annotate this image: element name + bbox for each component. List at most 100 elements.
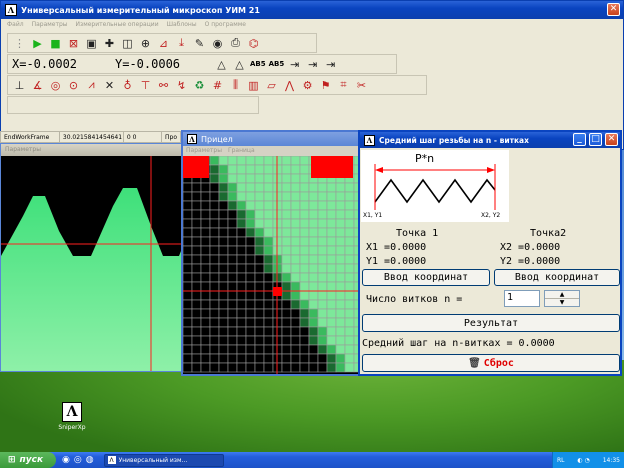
tray-icons[interactable]: ◐ ◔ bbox=[577, 457, 589, 464]
grid-cell bbox=[218, 344, 229, 355]
hash-tool-icon[interactable]: # bbox=[210, 78, 225, 93]
turns-input[interactable]: 1 bbox=[504, 290, 540, 307]
grid-cell bbox=[335, 317, 346, 328]
menu-file[interactable]: Файл bbox=[7, 21, 24, 28]
t-tool-icon[interactable]: ⊤ bbox=[138, 78, 153, 93]
chart-icon[interactable]: ⊿ bbox=[156, 36, 171, 51]
marker-left bbox=[183, 156, 209, 178]
menu-measure-ops[interactable]: Измерительные операции bbox=[76, 21, 159, 28]
grid-cell bbox=[218, 209, 229, 220]
start-label: пуск bbox=[19, 455, 44, 465]
lang-indicator[interactable]: RL bbox=[557, 457, 565, 464]
scissors-tool-icon[interactable]: ✂ bbox=[354, 78, 369, 93]
grid-cell bbox=[281, 236, 292, 247]
windows-logo-icon: ⊞ bbox=[8, 455, 16, 465]
grid-cell bbox=[263, 281, 274, 292]
camera-panel-menu[interactable]: Параметры bbox=[1, 144, 181, 156]
quicklaunch-ie-icon[interactable]: ◉ bbox=[62, 455, 70, 465]
close-icon[interactable]: ✕ bbox=[607, 3, 620, 16]
download-icon[interactable]: ⤓ bbox=[174, 36, 189, 51]
sight-titlebar[interactable]: Λ Прицел bbox=[183, 132, 359, 146]
grid-cell bbox=[263, 227, 274, 238]
zigzag-tool-icon[interactable]: ⋀ bbox=[282, 78, 297, 93]
menu-templates[interactable]: Шаблоны bbox=[167, 21, 197, 28]
triangle-outline-icon[interactable]: △ bbox=[232, 57, 247, 72]
height-tool-icon[interactable]: ⊥ bbox=[12, 78, 27, 93]
main-titlebar[interactable]: Λ Универсальный измерительный микроскоп … bbox=[1, 1, 623, 19]
target-icon[interactable]: ⊕ bbox=[138, 36, 153, 51]
enter-coords-button-2[interactable]: Ввод координат bbox=[494, 269, 620, 286]
menu-parameters[interactable]: Параметры bbox=[32, 21, 68, 28]
grid-cell bbox=[326, 182, 337, 193]
triangle-icon[interactable]: △ bbox=[214, 57, 229, 72]
grid-cell bbox=[191, 263, 202, 274]
grid-cell bbox=[236, 182, 247, 193]
link-tool-icon[interactable]: ⚯ bbox=[156, 78, 171, 93]
sight-menu-border[interactable]: Граница bbox=[228, 147, 255, 155]
bolt-tool-icon[interactable]: ↯ bbox=[174, 78, 189, 93]
recycle-tool-icon[interactable]: ♻ bbox=[192, 78, 207, 93]
desktop-icon-sniperxp[interactable]: Λ SniperXp bbox=[54, 402, 90, 436]
angle-tool-icon[interactable]: ∡ bbox=[30, 78, 45, 93]
play-icon[interactable]: ▶ bbox=[30, 36, 45, 51]
grid-cell bbox=[317, 254, 328, 265]
center-tool-icon[interactable]: ⊙ bbox=[66, 78, 81, 93]
stop-icon[interactable]: ■ bbox=[48, 36, 63, 51]
grid-cell bbox=[317, 263, 328, 274]
flag-tool-icon[interactable]: ⚑ bbox=[318, 78, 333, 93]
arrow-right-icon[interactable]: ⇥ bbox=[287, 57, 302, 72]
grid-cell bbox=[263, 263, 274, 274]
grid-cell bbox=[317, 182, 328, 193]
arrow-right3-icon[interactable]: ⇥ bbox=[323, 57, 338, 72]
grid-cell bbox=[200, 236, 211, 247]
result-button[interactable]: Результат bbox=[362, 314, 620, 332]
mode-ab5-2[interactable]: AB5 bbox=[269, 60, 285, 68]
thread-tool-icon[interactable]: ⩘ bbox=[84, 78, 99, 93]
thread-titlebar[interactable]: Λ Средний шаг резьбы на n - витках _ □ ✕ bbox=[360, 132, 620, 148]
grid-cell bbox=[245, 317, 256, 328]
grid-cell bbox=[245, 200, 256, 211]
spin-down-icon[interactable]: ▼ bbox=[545, 299, 579, 306]
device-icon[interactable]: ⌬ bbox=[246, 36, 261, 51]
cross-icon[interactable]: ✚ bbox=[102, 36, 117, 51]
spin-up-icon[interactable]: ▲ bbox=[545, 291, 579, 299]
arrow-right2-icon[interactable]: ⇥ bbox=[305, 57, 320, 72]
sight-menu-params[interactable]: Параметры bbox=[186, 147, 222, 155]
grid-cell bbox=[308, 299, 319, 310]
circle-tool-icon[interactable]: ◎ bbox=[48, 78, 63, 93]
pen-icon[interactable]: ✎ bbox=[192, 36, 207, 51]
grid-cell bbox=[245, 281, 256, 292]
quicklaunch-media-icon[interactable]: ◎ bbox=[74, 455, 82, 465]
grid-cell bbox=[245, 155, 256, 166]
quicklaunch-browser-icon[interactable]: ◍ bbox=[86, 455, 94, 465]
task-button-app[interactable]: Λ Универсальный изм... bbox=[103, 453, 224, 467]
split-icon[interactable]: ◫ bbox=[120, 36, 135, 51]
grid-cell bbox=[227, 335, 238, 346]
camera-icon[interactable]: ◉ bbox=[210, 36, 225, 51]
print-icon[interactable]: ⎙ bbox=[228, 36, 243, 51]
maximize-icon[interactable]: □ bbox=[589, 133, 602, 146]
grid-cell bbox=[290, 335, 301, 346]
diagram-p2-label: X2, Y2 bbox=[481, 212, 501, 219]
record-icon[interactable]: ⊠ bbox=[66, 36, 81, 51]
intersect-tool-icon[interactable]: ✕ bbox=[102, 78, 117, 93]
grid-cell bbox=[209, 272, 220, 283]
pitch-tool-icon[interactable]: ⫼ bbox=[228, 78, 243, 93]
grid-tool-icon[interactable]: ⌗ bbox=[336, 78, 351, 93]
mode-ab5-1[interactable]: AB5 bbox=[250, 60, 266, 68]
reset-button[interactable]: 🗑 Сброс bbox=[362, 354, 620, 372]
grid-cell bbox=[308, 191, 319, 202]
grid-cell bbox=[236, 344, 247, 355]
image-icon[interactable]: ▣ bbox=[84, 36, 99, 51]
menu-about[interactable]: О программе bbox=[205, 21, 246, 28]
comb-tool-icon[interactable]: ▥ bbox=[246, 78, 261, 93]
gear-tool-icon[interactable]: ⚙ bbox=[300, 78, 315, 93]
enter-coords-button-1[interactable]: Ввод координат bbox=[362, 269, 490, 286]
start-button[interactable]: ⊞ пуск bbox=[0, 452, 56, 468]
thread-close-icon[interactable]: ✕ bbox=[605, 133, 618, 146]
thread-pitch-window: Λ Средний шаг резьбы на n - витках _ □ ✕… bbox=[358, 130, 622, 376]
turns-spinner[interactable]: ▲ ▼ bbox=[544, 290, 580, 307]
box-tool-icon[interactable]: ▱ bbox=[264, 78, 279, 93]
minimize-icon[interactable]: _ bbox=[573, 133, 586, 146]
radius-tool-icon[interactable]: ♁ bbox=[120, 78, 135, 93]
